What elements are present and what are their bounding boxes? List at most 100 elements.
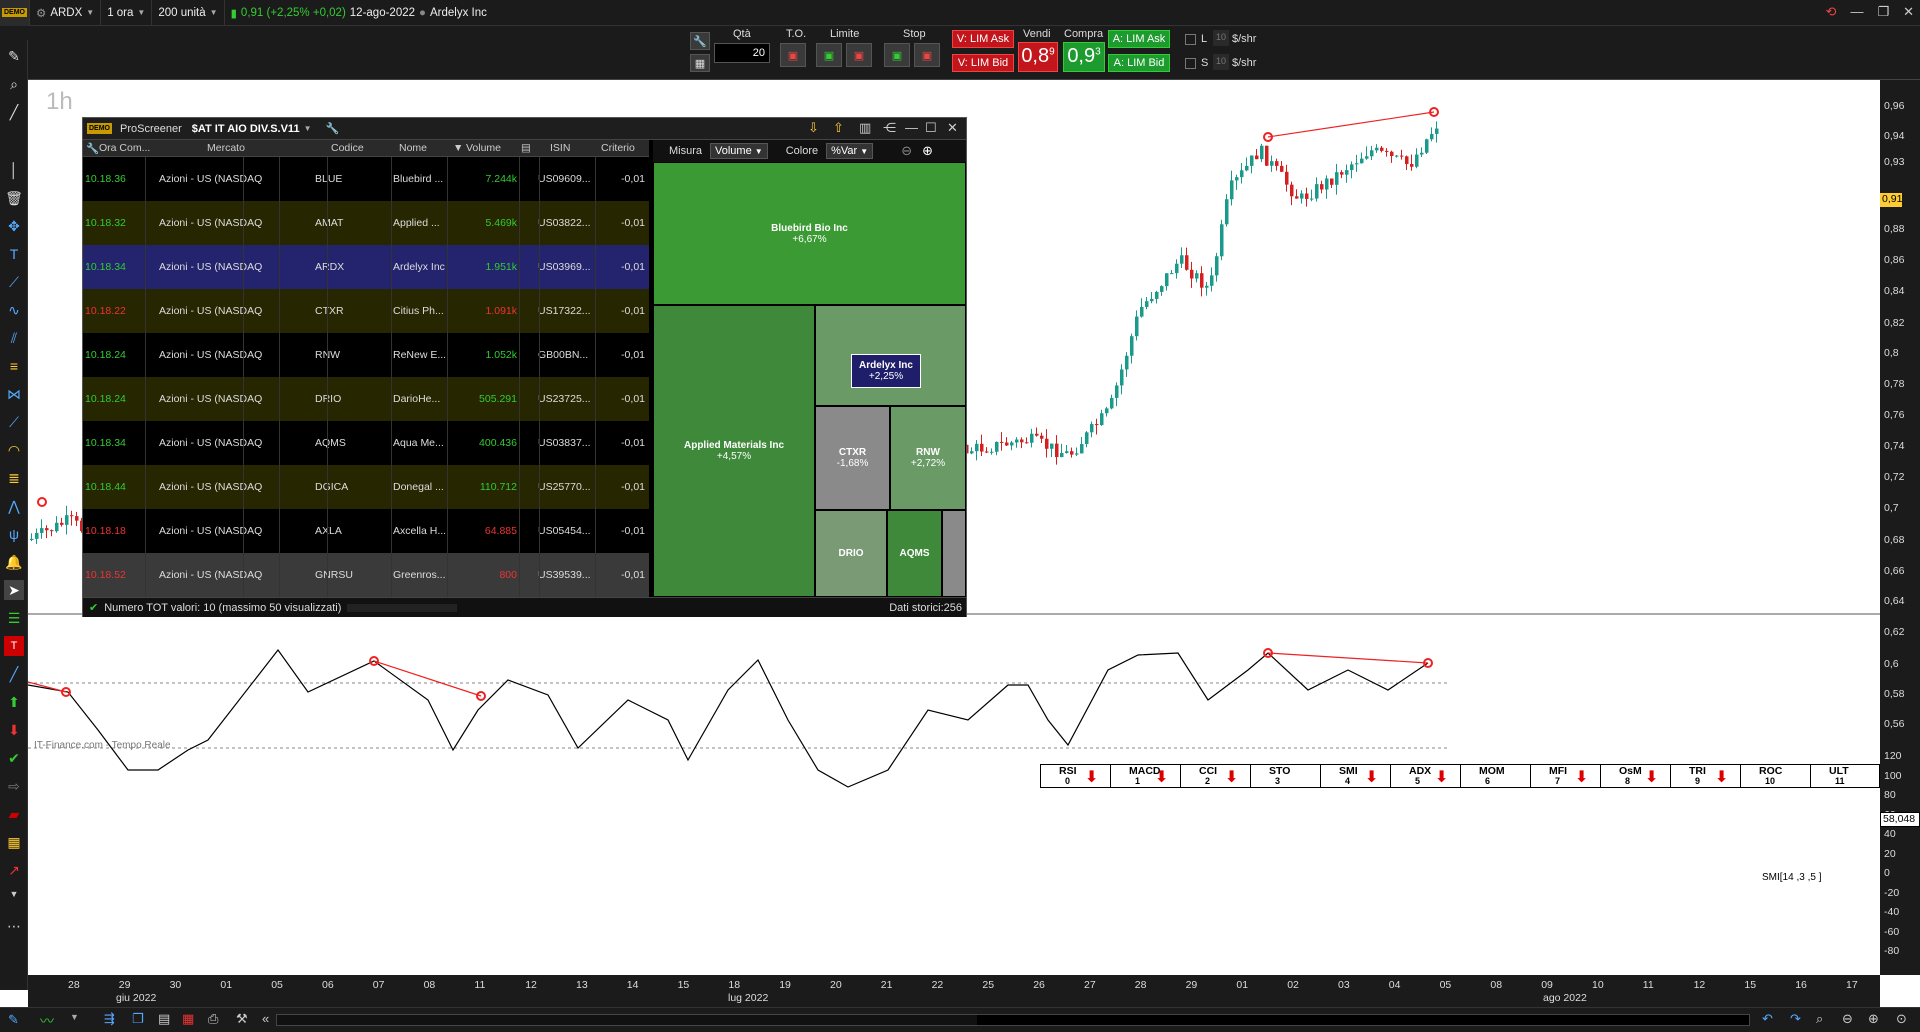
short-checkbox[interactable] <box>1185 58 1196 69</box>
chevron-down-icon[interactable]: ▼ <box>70 1012 79 1022</box>
trash-icon[interactable]: 🗑 <box>4 188 24 208</box>
collapse-icon[interactable]: « <box>262 1011 269 1026</box>
scroll-down-icon[interactable]: ▼ <box>4 884 24 904</box>
print-icon[interactable]: ⎙ <box>208 1011 218 1027</box>
signal-mom[interactable]: MOM 6 <box>1461 765 1531 787</box>
table-row[interactable]: 10.18.34 Azioni - US (NASDAQ AQMS Aqua Me..… <box>83 421 649 465</box>
treemap-tile-rnw[interactable]: RNW +2,72% <box>890 406 966 510</box>
colore-select[interactable]: %Var ▼ <box>826 143 874 159</box>
arrow-right-icon[interactable]: ⇨ <box>4 776 24 796</box>
maximize-icon[interactable]: ☐ <box>925 120 937 136</box>
pitchfork-icon[interactable]: ψ <box>4 524 24 544</box>
treemap-tile-drio[interactable]: DRIO <box>815 510 887 597</box>
sync-icon[interactable]: ⟲ <box>1826 4 1837 20</box>
table-row[interactable]: 10.18.24 Azioni - US (NASDAQ RNW ReNew E...… <box>83 333 649 377</box>
signal-osm[interactable]: OsM 8 ⬇ <box>1601 765 1671 787</box>
tools-icon[interactable]: ⚒ <box>236 1011 248 1027</box>
price-trendline[interactable] <box>1267 111 1435 138</box>
table-row[interactable]: 10.18.32 Azioni - US (NASDAQ AMAT Applied .… <box>83 201 649 245</box>
buy-lim-bid-button[interactable]: A: LIM Bid <box>1108 54 1170 72</box>
table-row[interactable]: 10.18.24 Azioni - US (NASDAQ DRIO DarioHe..… <box>83 377 649 421</box>
treemap-tile-blue[interactable]: Bluebird Bio Inc +6,67% <box>653 162 966 305</box>
signal-adx[interactable]: ADX 5 ⬇ <box>1391 765 1461 787</box>
signal-tri[interactable]: TRI 9 ⬇ <box>1671 765 1741 787</box>
restore-icon[interactable]: ❐ <box>1877 4 1889 20</box>
sheet-icon[interactable]: ▤ <box>158 1011 170 1027</box>
stop-buy-button[interactable]: ▣ <box>884 43 910 67</box>
wave-icon[interactable]: ∿ <box>4 300 24 320</box>
share-icon[interactable]: ⋲ <box>883 120 896 136</box>
sell-price-button[interactable]: 0,89 <box>1018 42 1058 72</box>
calculator-icon[interactable]: ▦ <box>690 54 710 72</box>
short-qty-input[interactable]: 10 <box>1213 54 1229 70</box>
zoom-in-icon[interactable]: ⊕ <box>922 143 933 159</box>
long-checkbox[interactable] <box>1185 34 1196 45</box>
col-header-volume[interactable]: Volume <box>466 142 501 154</box>
signal-smi[interactable]: SMI 4 ⬇ <box>1321 765 1391 787</box>
treemap-tile-ardx[interactable]: Ardelyx Inc +2,25% <box>851 354 921 388</box>
ray-icon[interactable]: ╱ <box>4 664 24 684</box>
osc-trendline[interactable] <box>1267 652 1429 664</box>
diagonal-arrow-icon[interactable]: ↗ <box>4 860 24 880</box>
sell-lim-ask-button[interactable]: V: LIM Ask <box>952 30 1014 48</box>
arrow-up-icon[interactable]: ⬆ <box>4 692 24 712</box>
osc-trendline[interactable] <box>373 660 482 697</box>
pencil-icon[interactable]: ✎ <box>4 46 24 66</box>
signal-cci[interactable]: CCI 2 ⬇ <box>1181 765 1251 787</box>
move-icon[interactable]: ✥ <box>4 216 24 236</box>
arc-icon[interactable]: ◠ <box>4 440 24 460</box>
minimize-icon[interactable]: — <box>1850 4 1863 20</box>
zoom-icon[interactable]: ⌕ <box>4 74 24 94</box>
treemap-tile-other[interactable] <box>942 510 966 597</box>
signal-macd[interactable]: MACD 1 ⬇ <box>1111 765 1181 787</box>
timeframe-selector[interactable]: 1 ora ▼ <box>101 0 153 26</box>
more-icon[interactable]: ⋯ <box>4 916 24 936</box>
close-icon[interactable]: ✕ <box>1903 4 1914 20</box>
table-row[interactable]: 10.18.22 Azioni - US (NASDAQ CTXR Citius Ph… <box>83 289 649 333</box>
sell-lim-bid-button[interactable]: V: LIM Bid <box>952 54 1014 72</box>
export-icon[interactable]: ⇧ <box>833 120 844 136</box>
undo-icon[interactable]: ↶ <box>1762 1011 1773 1027</box>
fibonacci-icon[interactable]: ≡ <box>4 356 24 376</box>
horizontal-line-icon[interactable]: ☰ <box>4 608 24 628</box>
wrench-icon[interactable]: 🔧 <box>690 32 710 50</box>
windows-icon[interactable]: ❐ <box>132 1011 144 1027</box>
zoom-in-icon[interactable]: ⊕ <box>1868 1011 1879 1027</box>
close-icon[interactable]: ✕ <box>947 120 958 136</box>
levels-icon[interactable]: ≣ <box>4 468 24 488</box>
treemap-tile-aqms[interactable]: AQMS <box>887 510 942 597</box>
proscreener-window[interactable]: DEMO ProScreener $AT IT AIO DIV.S.V11 ▼ … <box>82 117 967 617</box>
reset-zoom-icon[interactable]: ⊙ <box>1896 1011 1907 1027</box>
trend-icon[interactable]: ⟋ <box>4 272 24 292</box>
bell-icon[interactable]: 🔔 <box>4 552 24 572</box>
stop-sell-button[interactable]: ▣ <box>914 43 940 67</box>
check-icon[interactable]: ✔ <box>4 748 24 768</box>
sort-down-icon[interactable]: ▼ <box>453 142 463 154</box>
horizontal-scrollbar[interactable] <box>276 1014 1750 1026</box>
long-qty-input[interactable]: 10 <box>1213 30 1229 46</box>
zigzag-icon[interactable]: ⋀ <box>4 496 24 516</box>
limit-sell-button[interactable]: ▣ <box>846 43 872 67</box>
signal-rsi[interactable]: RSI 0 ⬇ <box>1041 765 1111 787</box>
treemap-tile-ctxr[interactable]: CTXR -1,68% <box>815 406 890 510</box>
col-header-isin[interactable]: ISIN <box>550 142 570 154</box>
quantity-input[interactable]: 20 <box>714 43 770 63</box>
col-header-time[interactable]: Ora Com... <box>99 142 150 154</box>
wrench-icon[interactable]: 🔧 <box>86 142 99 155</box>
signal-mfi[interactable]: MFI 7 ⬇ <box>1531 765 1601 787</box>
treemap-tile-amat[interactable]: Applied Materials Inc +4,57% <box>653 305 815 597</box>
arrow-down-icon[interactable]: ⬇ <box>4 720 24 740</box>
scrollbar-thumb[interactable] <box>977 1015 1749 1025</box>
table-row[interactable]: 10.18.18 Azioni - US (NASDAQ AXLA Axcella H… <box>83 509 649 553</box>
pattern-icon[interactable]: ⋈ <box>4 384 24 404</box>
instrument-selector[interactable]: ⚙ ARDX ▼ <box>30 0 102 26</box>
signal-roc[interactable]: ROC 10 <box>1741 765 1811 787</box>
chart-type-icon[interactable]: 〰 <box>40 1011 54 1031</box>
grid-icon[interactable]: ▦ <box>4 832 24 852</box>
screener-list-name[interactable]: $AT IT AIO DIV.S.V11 <box>192 123 300 135</box>
signal-sto[interactable]: STO 3 <box>1251 765 1321 787</box>
pen-icon[interactable]: ✎ <box>8 1012 19 1028</box>
zoom-fit-icon[interactable]: ⌕ <box>1816 1011 1823 1027</box>
vertical-line-icon[interactable]: │ <box>4 160 24 180</box>
gann-icon[interactable]: ⟋ <box>4 412 24 432</box>
